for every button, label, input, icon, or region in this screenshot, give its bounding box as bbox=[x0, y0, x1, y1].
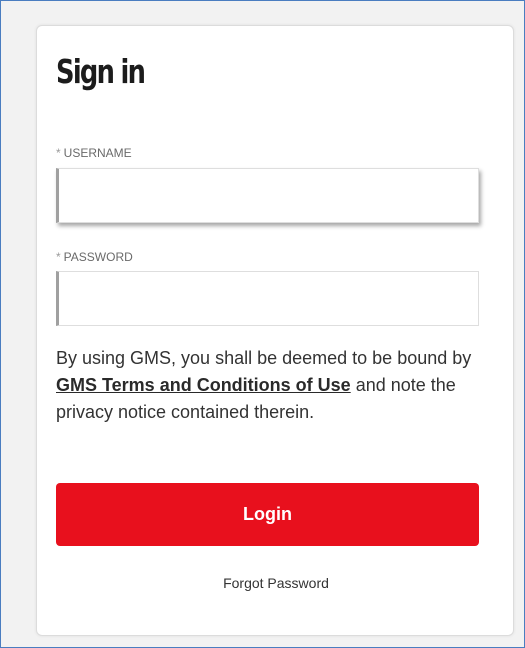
page-title: Sign in bbox=[56, 52, 146, 91]
password-label-text: PASSWORD bbox=[63, 250, 133, 264]
username-label-text: USERNAME bbox=[63, 146, 132, 160]
terms-link[interactable]: GMS Terms and Conditions of Use bbox=[56, 375, 351, 395]
terms-prefix: By using GMS, you shall be deemed to be … bbox=[56, 348, 472, 368]
required-marker: * bbox=[56, 146, 61, 160]
sign-in-card: Sign in * USERNAME * PASSWORD By using GMS… bbox=[36, 25, 514, 636]
terms-notice: By using GMS, you shall be deemed to be … bbox=[56, 345, 486, 426]
password-input[interactable] bbox=[56, 271, 479, 326]
forgot-password-link[interactable]: Forgot Password bbox=[37, 575, 515, 591]
required-marker: * bbox=[56, 250, 61, 264]
username-label: * USERNAME bbox=[56, 146, 132, 160]
page-background: Sign in * USERNAME * PASSWORD By using GMS… bbox=[0, 0, 525, 648]
login-button[interactable]: Login bbox=[56, 483, 479, 546]
username-input[interactable] bbox=[56, 168, 479, 223]
password-label: * PASSWORD bbox=[56, 250, 133, 264]
